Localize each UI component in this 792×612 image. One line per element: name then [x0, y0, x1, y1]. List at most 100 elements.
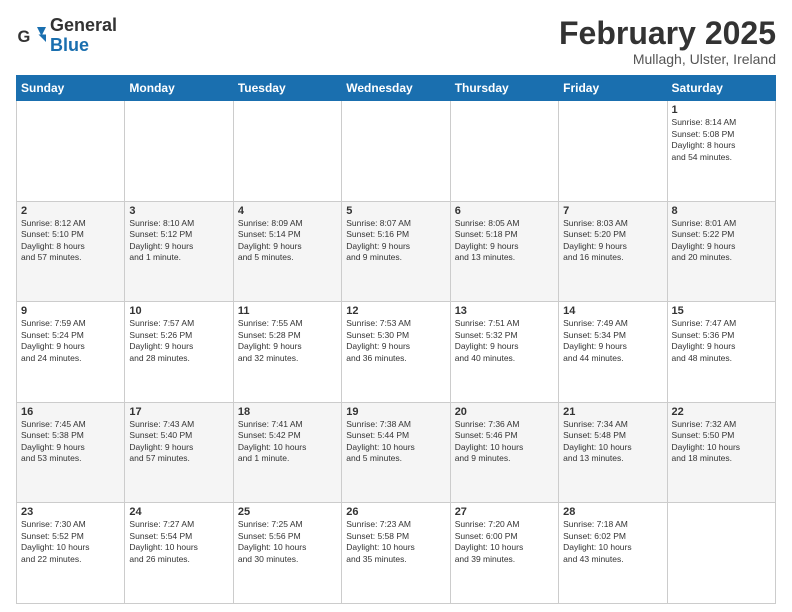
day-info: Sunrise: 7:30 AM Sunset: 5:52 PM Dayligh… — [21, 519, 120, 565]
location: Mullagh, Ulster, Ireland — [559, 51, 776, 67]
calendar-cell: 19Sunrise: 7:38 AM Sunset: 5:44 PM Dayli… — [342, 402, 450, 503]
title-block: February 2025 Mullagh, Ulster, Ireland — [559, 16, 776, 67]
day-info: Sunrise: 7:59 AM Sunset: 5:24 PM Dayligh… — [21, 318, 120, 364]
calendar-cell: 13Sunrise: 7:51 AM Sunset: 5:32 PM Dayli… — [450, 302, 558, 403]
calendar-cell — [667, 503, 775, 604]
calendar-header-row: Sunday Monday Tuesday Wednesday Thursday… — [17, 76, 776, 101]
day-info: Sunrise: 7:34 AM Sunset: 5:48 PM Dayligh… — [563, 419, 662, 465]
day-number: 26 — [346, 506, 445, 518]
day-number: 12 — [346, 305, 445, 317]
day-number: 23 — [21, 506, 120, 518]
col-saturday: Saturday — [667, 76, 775, 101]
calendar-cell — [559, 101, 667, 202]
calendar-cell: 21Sunrise: 7:34 AM Sunset: 5:48 PM Dayli… — [559, 402, 667, 503]
day-number: 14 — [563, 305, 662, 317]
day-number: 15 — [672, 305, 771, 317]
logo: G General Blue — [16, 16, 117, 56]
logo-text: General Blue — [50, 16, 117, 56]
calendar-cell: 15Sunrise: 7:47 AM Sunset: 5:36 PM Dayli… — [667, 302, 775, 403]
calendar-cell: 25Sunrise: 7:25 AM Sunset: 5:56 PM Dayli… — [233, 503, 341, 604]
calendar-cell: 5Sunrise: 8:07 AM Sunset: 5:16 PM Daylig… — [342, 201, 450, 302]
day-number: 24 — [129, 506, 228, 518]
col-wednesday: Wednesday — [342, 76, 450, 101]
logo-icon: G — [16, 21, 46, 51]
logo-line2: Blue — [50, 36, 117, 56]
calendar-table: Sunday Monday Tuesday Wednesday Thursday… — [16, 75, 776, 604]
day-number: 13 — [455, 305, 554, 317]
calendar-cell — [17, 101, 125, 202]
day-info: Sunrise: 7:49 AM Sunset: 5:34 PM Dayligh… — [563, 318, 662, 364]
day-number: 10 — [129, 305, 228, 317]
day-number: 21 — [563, 406, 662, 418]
week-row-1: 1Sunrise: 8:14 AM Sunset: 5:08 PM Daylig… — [17, 101, 776, 202]
calendar-cell: 16Sunrise: 7:45 AM Sunset: 5:38 PM Dayli… — [17, 402, 125, 503]
calendar-cell: 8Sunrise: 8:01 AM Sunset: 5:22 PM Daylig… — [667, 201, 775, 302]
day-number: 16 — [21, 406, 120, 418]
week-row-2: 2Sunrise: 8:12 AM Sunset: 5:10 PM Daylig… — [17, 201, 776, 302]
day-number: 20 — [455, 406, 554, 418]
day-info: Sunrise: 7:23 AM Sunset: 5:58 PM Dayligh… — [346, 519, 445, 565]
day-info: Sunrise: 7:18 AM Sunset: 6:02 PM Dayligh… — [563, 519, 662, 565]
calendar-cell — [450, 101, 558, 202]
day-info: Sunrise: 8:05 AM Sunset: 5:18 PM Dayligh… — [455, 218, 554, 264]
calendar-cell: 24Sunrise: 7:27 AM Sunset: 5:54 PM Dayli… — [125, 503, 233, 604]
day-number: 18 — [238, 406, 337, 418]
col-tuesday: Tuesday — [233, 76, 341, 101]
day-number: 28 — [563, 506, 662, 518]
day-info: Sunrise: 8:09 AM Sunset: 5:14 PM Dayligh… — [238, 218, 337, 264]
calendar-cell: 9Sunrise: 7:59 AM Sunset: 5:24 PM Daylig… — [17, 302, 125, 403]
day-number: 8 — [672, 205, 771, 217]
calendar-cell: 22Sunrise: 7:32 AM Sunset: 5:50 PM Dayli… — [667, 402, 775, 503]
day-info: Sunrise: 7:57 AM Sunset: 5:26 PM Dayligh… — [129, 318, 228, 364]
day-info: Sunrise: 7:36 AM Sunset: 5:46 PM Dayligh… — [455, 419, 554, 465]
day-number: 27 — [455, 506, 554, 518]
calendar-cell: 4Sunrise: 8:09 AM Sunset: 5:14 PM Daylig… — [233, 201, 341, 302]
day-number: 17 — [129, 406, 228, 418]
day-info: Sunrise: 7:41 AM Sunset: 5:42 PM Dayligh… — [238, 419, 337, 465]
day-info: Sunrise: 7:51 AM Sunset: 5:32 PM Dayligh… — [455, 318, 554, 364]
day-info: Sunrise: 7:25 AM Sunset: 5:56 PM Dayligh… — [238, 519, 337, 565]
calendar-cell: 7Sunrise: 8:03 AM Sunset: 5:20 PM Daylig… — [559, 201, 667, 302]
day-number: 7 — [563, 205, 662, 217]
day-info: Sunrise: 7:32 AM Sunset: 5:50 PM Dayligh… — [672, 419, 771, 465]
calendar-cell: 1Sunrise: 8:14 AM Sunset: 5:08 PM Daylig… — [667, 101, 775, 202]
calendar-cell: 26Sunrise: 7:23 AM Sunset: 5:58 PM Dayli… — [342, 503, 450, 604]
day-info: Sunrise: 8:12 AM Sunset: 5:10 PM Dayligh… — [21, 218, 120, 264]
col-thursday: Thursday — [450, 76, 558, 101]
calendar-cell: 28Sunrise: 7:18 AM Sunset: 6:02 PM Dayli… — [559, 503, 667, 604]
week-row-3: 9Sunrise: 7:59 AM Sunset: 5:24 PM Daylig… — [17, 302, 776, 403]
day-info: Sunrise: 7:38 AM Sunset: 5:44 PM Dayligh… — [346, 419, 445, 465]
calendar-cell: 18Sunrise: 7:41 AM Sunset: 5:42 PM Dayli… — [233, 402, 341, 503]
month-title: February 2025 — [559, 16, 776, 51]
calendar-cell: 14Sunrise: 7:49 AM Sunset: 5:34 PM Dayli… — [559, 302, 667, 403]
day-number: 19 — [346, 406, 445, 418]
calendar-cell: 3Sunrise: 8:10 AM Sunset: 5:12 PM Daylig… — [125, 201, 233, 302]
svg-text:G: G — [18, 28, 31, 46]
day-number: 4 — [238, 205, 337, 217]
day-number: 1 — [672, 104, 771, 116]
day-info: Sunrise: 7:47 AM Sunset: 5:36 PM Dayligh… — [672, 318, 771, 364]
day-number: 22 — [672, 406, 771, 418]
day-info: Sunrise: 8:10 AM Sunset: 5:12 PM Dayligh… — [129, 218, 228, 264]
col-friday: Friday — [559, 76, 667, 101]
day-info: Sunrise: 8:03 AM Sunset: 5:20 PM Dayligh… — [563, 218, 662, 264]
day-info: Sunrise: 7:43 AM Sunset: 5:40 PM Dayligh… — [129, 419, 228, 465]
day-info: Sunrise: 7:45 AM Sunset: 5:38 PM Dayligh… — [21, 419, 120, 465]
day-number: 3 — [129, 205, 228, 217]
calendar-cell: 12Sunrise: 7:53 AM Sunset: 5:30 PM Dayli… — [342, 302, 450, 403]
day-number: 25 — [238, 506, 337, 518]
week-row-5: 23Sunrise: 7:30 AM Sunset: 5:52 PM Dayli… — [17, 503, 776, 604]
calendar-cell: 6Sunrise: 8:05 AM Sunset: 5:18 PM Daylig… — [450, 201, 558, 302]
calendar-cell — [233, 101, 341, 202]
header: G General Blue February 2025 Mullagh, Ul… — [16, 16, 776, 67]
page: G General Blue February 2025 Mullagh, Ul… — [0, 0, 792, 612]
day-number: 11 — [238, 305, 337, 317]
day-number: 9 — [21, 305, 120, 317]
logo-line1: General — [50, 16, 117, 36]
calendar-cell — [125, 101, 233, 202]
calendar-cell: 10Sunrise: 7:57 AM Sunset: 5:26 PM Dayli… — [125, 302, 233, 403]
calendar-cell: 17Sunrise: 7:43 AM Sunset: 5:40 PM Dayli… — [125, 402, 233, 503]
calendar-cell — [342, 101, 450, 202]
calendar-cell: 27Sunrise: 7:20 AM Sunset: 6:00 PM Dayli… — [450, 503, 558, 604]
day-info: Sunrise: 8:07 AM Sunset: 5:16 PM Dayligh… — [346, 218, 445, 264]
